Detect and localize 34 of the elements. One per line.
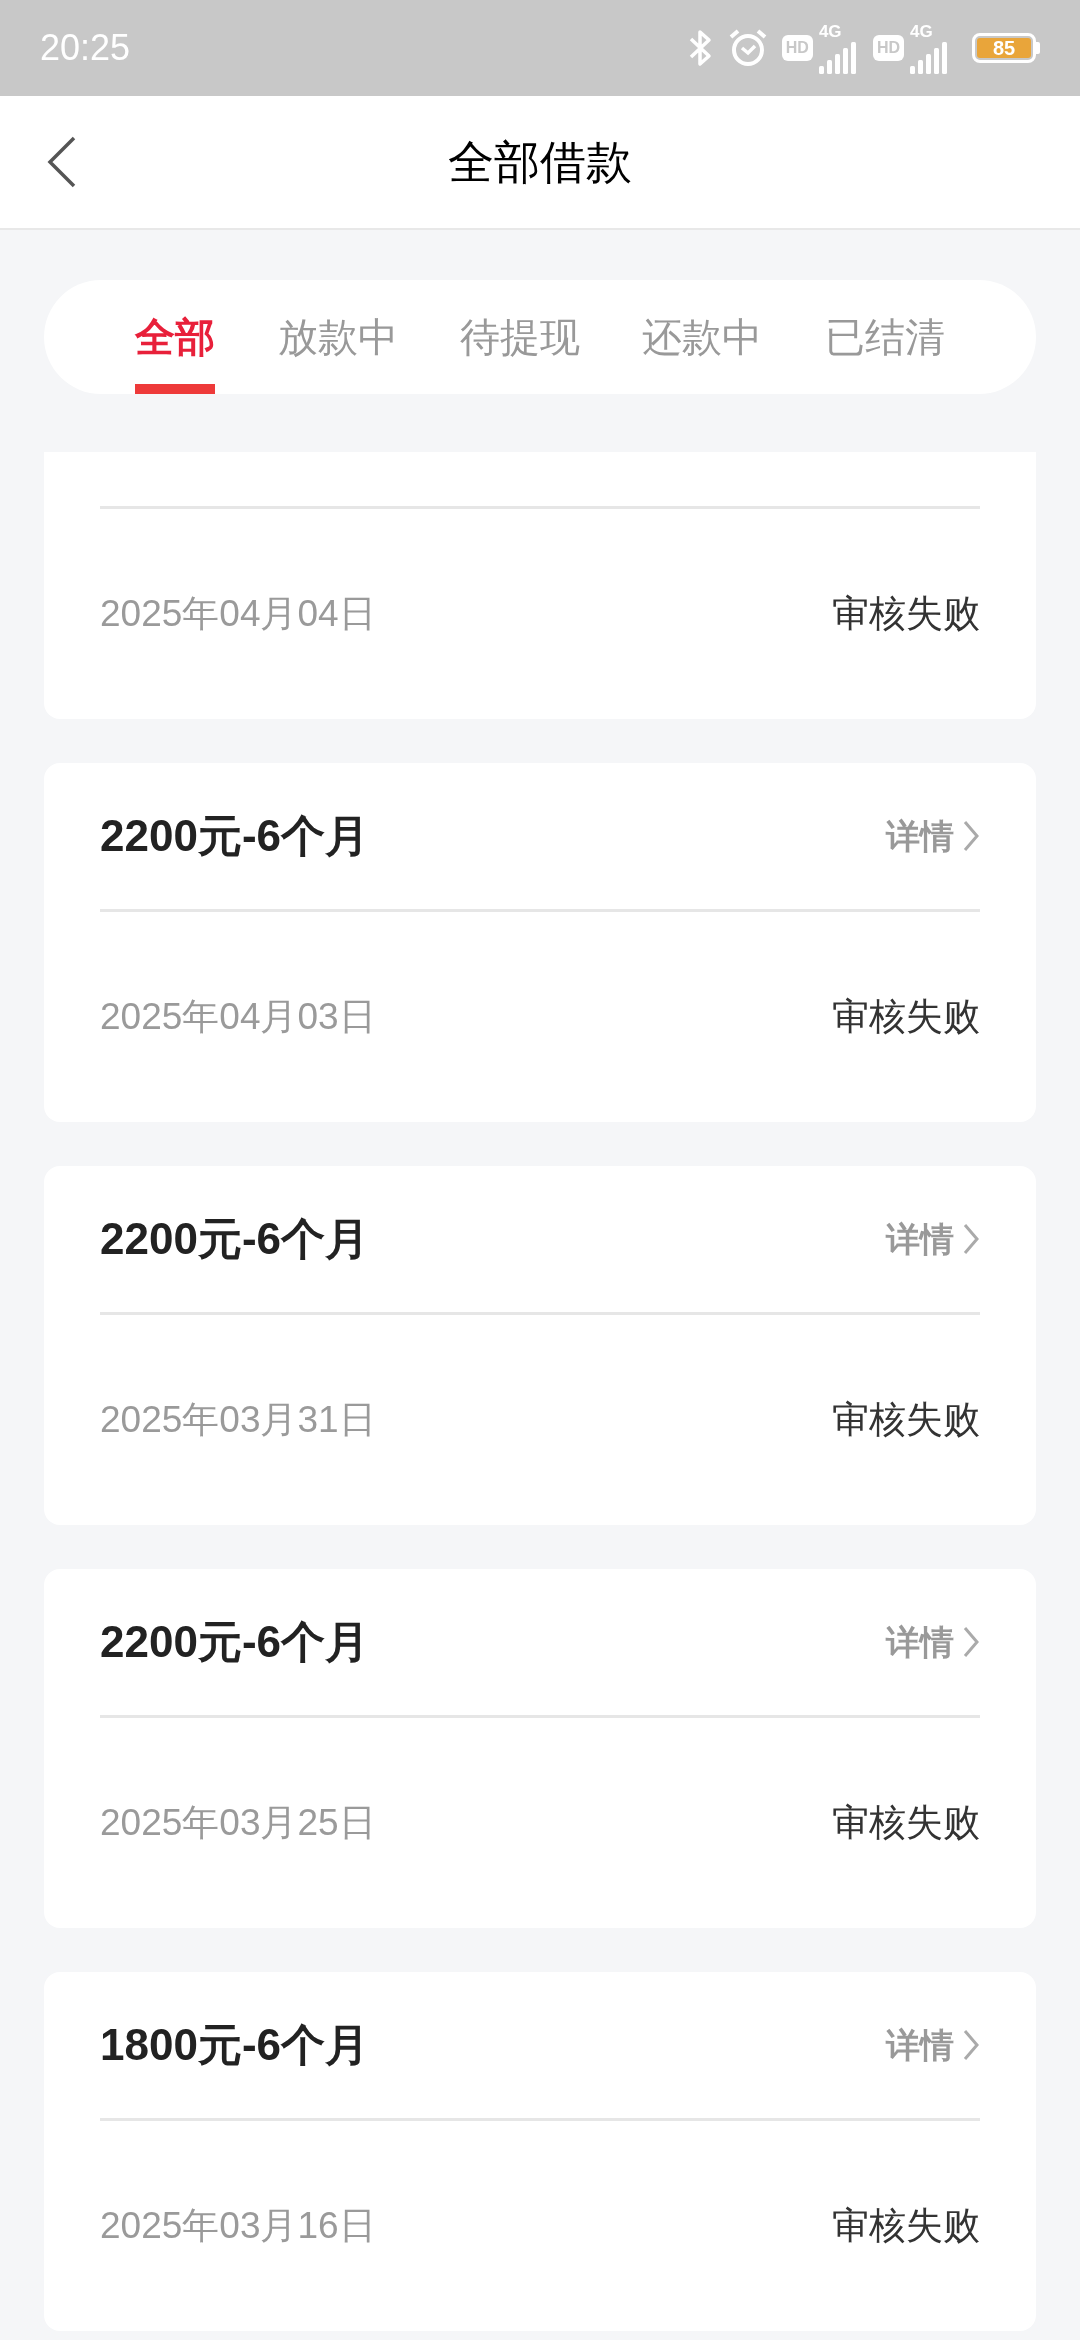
filter-tab[interactable]: 待提现 — [459, 280, 580, 394]
loan-status: 审核失败 — [832, 995, 980, 1040]
chevron-icon — [962, 819, 980, 853]
loan-status: 审核失败 — [832, 1801, 980, 1846]
battery-level: 85 — [992, 38, 1016, 58]
alarm-icon — [727, 28, 768, 68]
loan-title: 1800元-6个月 — [100, 2019, 369, 2071]
page-title: 全部借款 — [448, 134, 632, 190]
loan-status: 审核失败 — [832, 2204, 980, 2249]
chevron-icon — [962, 1625, 980, 1659]
filter-tab[interactable]: 还款中 — [642, 280, 763, 394]
loan-status: 审核失败 — [832, 1398, 980, 1443]
loan-date: 2025年04月04日 — [100, 592, 376, 637]
loan-date: 2025年04月03日 — [100, 995, 376, 1040]
detail-link[interactable]: 详情 — [886, 2019, 980, 2071]
chevron-icon — [962, 1222, 980, 1256]
loan-date: 2025年03月31日 — [100, 1398, 376, 1443]
filter-tab[interactable]: 放款中 — [277, 280, 398, 394]
loan-date: 2025年03月16日 — [100, 2204, 376, 2249]
back-icon — [46, 134, 78, 190]
loan-status: 审核失败 — [832, 592, 980, 637]
loan-title: 2200元-6个月 — [100, 1616, 369, 1668]
filter-tab[interactable]: 全部 — [135, 280, 216, 394]
detail-link[interactable]: 详情 — [886, 1213, 980, 1265]
filter-tab[interactable]: 已结清 — [824, 280, 945, 394]
chevron-icon — [962, 2028, 980, 2062]
bluetooth-icon — [687, 28, 714, 68]
loan-date: 2025年03月25日 — [100, 1801, 376, 1846]
detail-link[interactable]: 详情 — [886, 1616, 980, 1668]
loan-title: 2200元-6个月 — [100, 810, 369, 862]
detail-link[interactable]: 详情 — [886, 810, 980, 862]
signal-icon — [818, 39, 859, 74]
loan-title: 2200元-6个月 — [100, 1213, 369, 1265]
signal-icon — [910, 39, 950, 74]
